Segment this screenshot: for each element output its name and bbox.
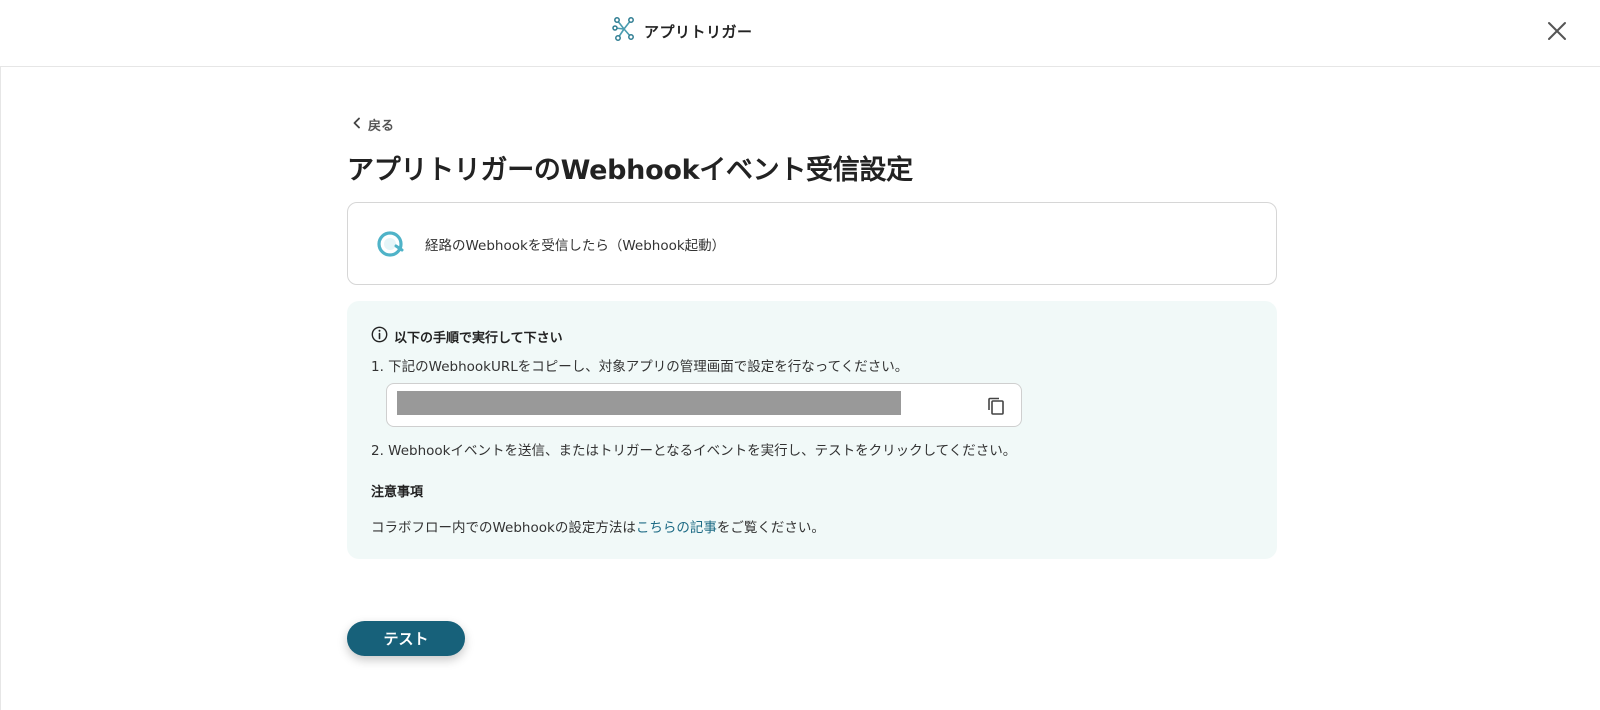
app-title-group: アプリトリガー <box>612 16 753 46</box>
article-link[interactable]: こちらの記事 <box>636 520 717 536</box>
notes-heading: 注意事項 <box>371 485 424 500</box>
webhook-icon <box>375 229 405 259</box>
app-trigger-icon <box>612 16 636 46</box>
app-title: アプリトリガー <box>644 22 753 41</box>
trigger-label: 経路のWebhookを受信したら（Webhook起動） <box>425 237 726 254</box>
trigger-card: 経路のWebhookを受信したら（Webhook起動） <box>347 202 1277 285</box>
instructions-panel: 以下の手順で実行して下さい 1. 下記のWebhookURLをコピーし、対象アプ… <box>347 301 1277 559</box>
back-label: 戻る <box>368 119 395 134</box>
back-link[interactable]: 戻る <box>352 115 394 134</box>
step-1-text: 1. 下記のWebhookURLをコピーし、対象アプリの管理画面で設定を行なって… <box>371 359 909 375</box>
chevron-left-icon <box>352 117 362 133</box>
close-icon[interactable] <box>1544 18 1570 44</box>
info-icon <box>371 326 388 347</box>
top-bar: アプリトリガー <box>0 0 1600 67</box>
test-button[interactable]: テスト <box>347 621 465 656</box>
instructions-heading-text: 以下の手順で実行して下さい <box>394 331 563 346</box>
instructions-heading: 以下の手順で実行して下さい <box>371 326 563 347</box>
notes-prefix: コラボフロー内でのWebhookの設定方法は <box>371 520 636 536</box>
page-title: アプリトリガーのWebhookイベント受信設定 <box>347 155 913 186</box>
webhook-url-field[interactable] <box>386 383 1022 427</box>
webhook-url-redacted <box>397 391 901 415</box>
step-2-text: 2. Webhookイベントを送信、またはトリガーとなるイベントを実行し、テスト… <box>371 443 1017 459</box>
copy-icon[interactable] <box>985 395 1007 417</box>
notes-suffix: をご覧ください。 <box>716 520 825 536</box>
notes-text: コラボフロー内でのWebhookの設定方法はこちらの記事をご覧ください。 <box>371 516 825 536</box>
